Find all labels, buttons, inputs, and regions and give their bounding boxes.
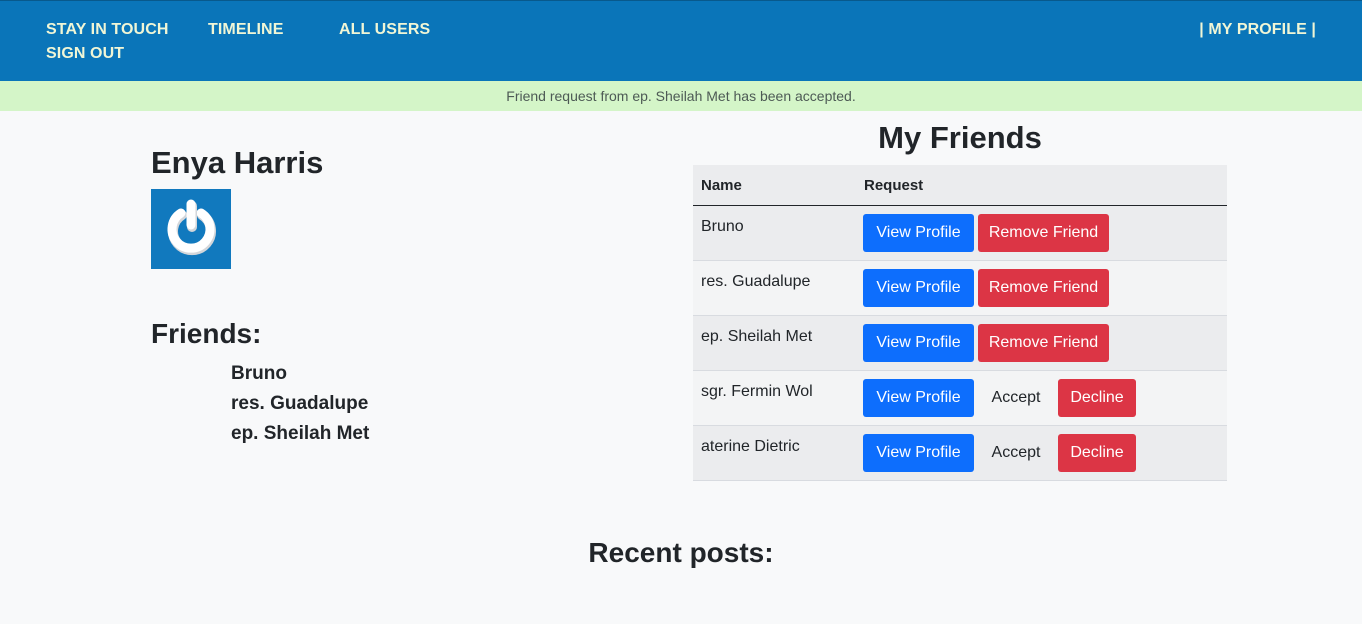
friend-item: res. Guadalupe xyxy=(231,393,369,414)
friend-item: Bruno xyxy=(231,363,287,384)
top-navbar: STAY IN TOUCH TIMELINE ALL USERS SIGN OU… xyxy=(0,0,1362,81)
decline-request-button[interactable]: Decline xyxy=(1058,434,1136,472)
table-row: res. Guadalupe View Profile Remove Frien… xyxy=(693,261,1227,316)
power-icon xyxy=(160,196,222,263)
view-profile-button[interactable]: View Profile xyxy=(863,434,974,472)
remove-friend-button[interactable]: Remove Friend xyxy=(978,269,1109,307)
avatar xyxy=(151,189,231,269)
view-profile-button[interactable]: View Profile xyxy=(863,379,974,417)
table-row: sgr. Fermin Wol View Profile Accept Decl… xyxy=(693,371,1227,426)
friends-table: Name Request Bruno View Profile Remove F… xyxy=(693,165,1227,481)
nav-stay-in-touch-link[interactable]: STAY IN TOUCH xyxy=(46,21,169,39)
view-profile-button[interactable]: View Profile xyxy=(863,269,974,307)
decline-request-button[interactable]: Decline xyxy=(1058,379,1136,417)
remove-friend-button[interactable]: Remove Friend xyxy=(978,324,1109,362)
friend-name-cell: sgr. Fermin Wol xyxy=(701,383,813,400)
column-header-name: Name xyxy=(701,177,742,194)
nav-timeline-link[interactable]: TIMELINE xyxy=(208,21,283,39)
my-friends-title: My Friends xyxy=(878,120,1042,155)
table-header: Name Request xyxy=(693,165,1227,206)
nav-all-users-link[interactable]: ALL USERS xyxy=(339,21,430,39)
friend-item: ep. Sheilah Met xyxy=(231,423,370,444)
friends-heading: Friends: xyxy=(151,318,262,349)
friend-name-cell: Bruno xyxy=(701,218,744,235)
accept-request-button[interactable]: Accept xyxy=(978,379,1054,417)
nav-my-profile-link[interactable]: | MY PROFILE | xyxy=(1199,21,1316,39)
profile-name: Enya Harris xyxy=(151,145,324,180)
friend-name-cell: ep. Sheilah Met xyxy=(701,328,813,345)
column-header-request: Request xyxy=(864,177,924,194)
table-row: aterine Dietric View Profile Accept Decl… xyxy=(693,426,1227,481)
table-row: ep. Sheilah Met View Profile Remove Frie… xyxy=(693,316,1227,371)
remove-friend-button[interactable]: Remove Friend xyxy=(978,214,1109,252)
table-row: Bruno View Profile Remove Friend xyxy=(693,206,1227,261)
view-profile-button[interactable]: View Profile xyxy=(863,324,974,362)
friend-name-cell: aterine Dietric xyxy=(701,438,800,455)
view-profile-button[interactable]: View Profile xyxy=(863,214,974,252)
accept-request-button[interactable]: Accept xyxy=(978,434,1054,472)
recent-posts-heading: Recent posts: xyxy=(588,537,774,568)
friend-name-cell: res. Guadalupe xyxy=(701,273,811,290)
nav-sign-out-link[interactable]: SIGN OUT xyxy=(46,45,124,63)
success-alert: Friend request from ep. Sheilah Met has … xyxy=(0,81,1362,111)
friends-list: Bruno res. Guadalupe ep. Sheilah Met xyxy=(231,362,369,452)
